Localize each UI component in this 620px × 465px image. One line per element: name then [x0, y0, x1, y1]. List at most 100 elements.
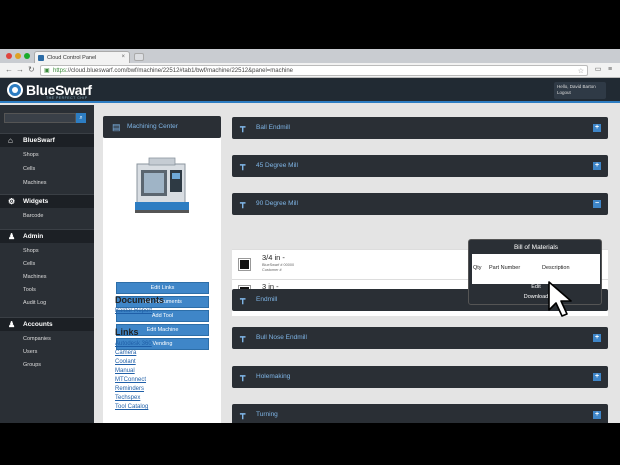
tool-icon: ┳: [240, 409, 246, 419]
machine-icon: ▤: [112, 122, 121, 132]
edit-links-button[interactable]: Edit Links: [116, 282, 209, 294]
collapse-icon[interactable]: −: [593, 200, 601, 208]
extension-icon[interactable]: ▭: [594, 66, 602, 74]
machine-panel-header: ▤ Machining Center: [103, 116, 221, 138]
logo-mark-icon: [7, 82, 23, 98]
tool-group-45-degree-mill[interactable]: ┳ 45 Degree Mill +: [232, 155, 608, 177]
mouse-cursor-icon: [548, 281, 572, 317]
machine-panel-title: Machining Center: [127, 123, 178, 130]
bom-column-part-number: Part Number: [489, 265, 521, 271]
sidebar: ⌕ ⌂ BlueSwarf Shops Cells Machines ⚙ Wid…: [0, 105, 94, 423]
new-tab-button[interactable]: [134, 53, 144, 61]
lock-icon: ▣: [44, 68, 50, 74]
expand-icon[interactable]: +: [593, 334, 601, 342]
sidebar-search-input[interactable]: [4, 113, 76, 123]
expand-icon[interactable]: +: [593, 411, 601, 419]
machine-panel-body: Edit Links Edit Documents Add Tool Edit …: [103, 138, 221, 423]
link-autodesk-360[interactable]: Autodesk 360: [115, 341, 152, 347]
sidebar-item-admin-machines[interactable]: Machines: [0, 271, 94, 284]
tool-group-90-degree-mill[interactable]: ┳ 90 Degree Mill −: [232, 193, 608, 215]
tool-group-holemaking[interactable]: ┳ Holemaking +: [232, 366, 608, 388]
browser-tab-title: Cloud Control Panel: [47, 55, 97, 61]
sidebar-item-users[interactable]: Users: [0, 346, 94, 359]
tool-group-label: 45 Degree Mill: [256, 162, 298, 169]
app-header: BlueSwarf THE PERFECT CHIP Hello, David …: [0, 78, 620, 103]
sidebar-item-admin-shops[interactable]: Shops: [0, 245, 94, 258]
tool-group-label: Bull Nose Endmill: [256, 334, 307, 341]
documents-heading: Documents: [115, 295, 165, 305]
link-techspex[interactable]: Techspex: [115, 395, 140, 401]
tool-icon: ┳: [240, 294, 246, 304]
tool-thumbnail[interactable]: [238, 258, 251, 271]
tool-icon: ┳: [240, 332, 246, 342]
link-coolant[interactable]: Coolant: [115, 359, 136, 365]
sidebar-section-admin[interactable]: ♟ Admin: [0, 229, 94, 243]
sidebar-item-shops[interactable]: Shops: [0, 149, 94, 162]
tool-group-ball-endmill[interactable]: ┳ Ball Endmill +: [232, 117, 608, 139]
sidebar-section-label: Accounts: [23, 321, 53, 328]
url-text: ://cloud.blueswarf.com/bwf/machine/22512…: [66, 68, 293, 74]
sidebar-item-audit-log[interactable]: Audit Log: [0, 297, 94, 310]
sidebar-section-widgets[interactable]: ⚙ Widgets: [0, 194, 94, 208]
favicon-icon: [38, 55, 44, 61]
bom-title: Bill of Materials: [513, 244, 559, 251]
expand-icon[interactable]: +: [593, 124, 601, 132]
expand-icon[interactable]: +: [593, 162, 601, 170]
search-icon[interactable]: ⌕: [76, 113, 86, 123]
back-icon[interactable]: ←: [5, 65, 13, 75]
link-camera[interactable]: Camera: [115, 350, 136, 356]
tool-group-label: Ball Endmill: [256, 124, 290, 131]
logout-link[interactable]: Logout: [557, 90, 603, 96]
minimize-window-icon[interactable]: [15, 53, 21, 59]
tool-meta-customer: Customer #: [262, 268, 282, 272]
home-icon: ⌂: [8, 136, 13, 145]
sidebar-section-label: Admin: [23, 233, 44, 240]
sidebar-section-label: BlueSwarf: [23, 137, 55, 144]
reload-icon[interactable]: ↻: [28, 65, 35, 75]
maximize-window-icon[interactable]: [24, 53, 30, 59]
forward-icon[interactable]: →: [16, 65, 24, 75]
menu-icon[interactable]: ≡: [606, 66, 614, 74]
tool-group-label: Endmill: [256, 296, 278, 303]
tool-group-bull-nose-endmill[interactable]: ┳ Bull Nose Endmill +: [232, 327, 608, 349]
users-icon: ♟: [8, 320, 16, 329]
tool-meta-blueswarf: BlueSwarf # 00000: [262, 263, 295, 267]
browser-tab-bar: Cloud Control Panel ×: [0, 49, 620, 63]
link-tool-catalog[interactable]: Tool Catalog: [115, 404, 148, 410]
user-menu[interactable]: Hello, David Barton Logout: [554, 82, 606, 99]
machine-image: [127, 152, 197, 222]
close-tab-icon[interactable]: ×: [121, 54, 125, 60]
sidebar-item-cells[interactable]: Cells: [0, 163, 94, 176]
expand-icon[interactable]: +: [593, 373, 601, 381]
tool-group-label: Turning: [256, 411, 278, 418]
bom-column-qty: Qty: [473, 265, 482, 271]
sidebar-item-groups[interactable]: Groups: [0, 359, 94, 372]
tool-icon: ┳: [240, 160, 246, 170]
tool-icon: ┳: [240, 198, 246, 208]
sidebar-item-companies[interactable]: Companies: [0, 333, 94, 346]
sidebar-section-label: Widgets: [23, 198, 49, 205]
sidebar-section-blueswarf[interactable]: ⌂ BlueSwarf: [0, 133, 94, 147]
document-link[interactable]: Baldar Report: [115, 308, 152, 314]
sidebar-section-accounts[interactable]: ♟ Accounts: [0, 317, 94, 331]
tool-name[interactable]: 3/4 in -: [262, 253, 285, 262]
browser-toolbar: ← → ↻ ▣ https://cloud.blueswarf.com/bwf/…: [0, 63, 620, 78]
sidebar-item-machines[interactable]: Machines: [0, 177, 94, 190]
logo-tagline: THE PERFECT CHIP: [46, 96, 88, 100]
bookmark-star-icon[interactable]: ☆: [578, 67, 584, 75]
sidebar-item-barcode[interactable]: Barcode: [0, 210, 94, 223]
browser-tab[interactable]: Cloud Control Panel ×: [34, 51, 130, 63]
tool-icon: ┳: [240, 122, 246, 132]
link-manual[interactable]: Manual: [115, 368, 135, 374]
close-window-icon[interactable]: [6, 53, 12, 59]
screen: Cloud Control Panel × ← → ↻ ▣ https://cl…: [0, 49, 620, 423]
tool-group-label: Holemaking: [256, 373, 291, 380]
sidebar-item-admin-cells[interactable]: Cells: [0, 258, 94, 271]
link-reminders[interactable]: Reminders: [115, 386, 144, 392]
sidebar-item-tools[interactable]: Tools: [0, 284, 94, 297]
link-mtconnect[interactable]: MTConnect: [115, 377, 146, 383]
tool-group-turning[interactable]: ┳ Turning +: [232, 404, 608, 423]
address-bar[interactable]: ▣ https://cloud.blueswarf.com/bwf/machin…: [40, 65, 588, 76]
url-scheme: https: [53, 68, 67, 74]
user-icon: ♟: [8, 232, 16, 241]
